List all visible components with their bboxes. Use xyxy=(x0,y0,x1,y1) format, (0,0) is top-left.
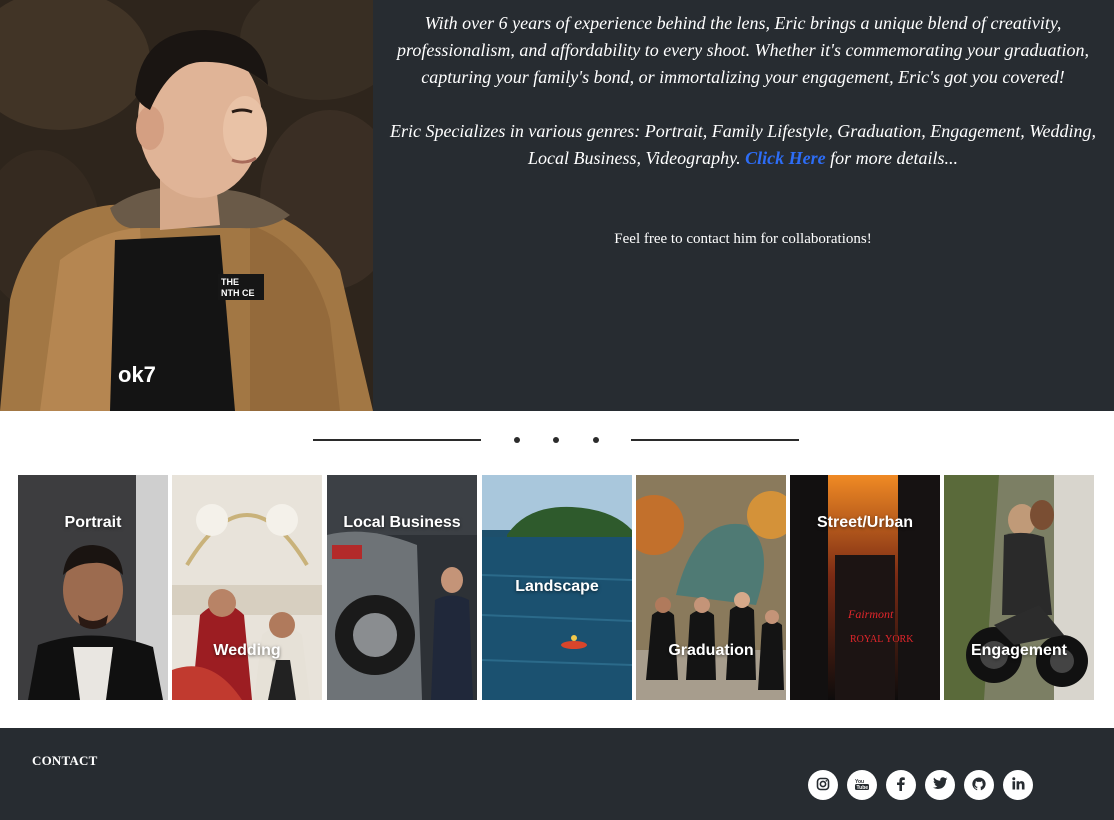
tile-label: Graduation xyxy=(668,642,754,659)
facebook-icon xyxy=(896,776,906,794)
details-text: for more details... xyxy=(825,148,958,168)
divider-line-left xyxy=(313,439,481,441)
gallery-tile-portrait[interactable]: Portrait xyxy=(18,475,168,700)
gallery-tile-local-business[interactable]: Local Business xyxy=(327,475,477,700)
twitter-link[interactable] xyxy=(925,770,955,800)
divider-dot xyxy=(514,437,520,443)
genres-text: Eric Specializes in various genres: Port… xyxy=(389,121,1097,168)
about-paragraph-experience: With over 6 years of experience behind t… xyxy=(397,13,1089,87)
collaboration-text: Feel free to contact him for collaborati… xyxy=(614,231,872,247)
about-paragraph-genres: Eric Specializes in various genres: Port… xyxy=(384,118,1102,172)
gallery-tile-graduation[interactable]: Graduation xyxy=(636,475,786,700)
gallery-tile-landscape[interactable]: Landscape xyxy=(482,475,632,700)
divider-dot xyxy=(553,437,559,443)
facebook-link[interactable] xyxy=(886,770,916,800)
section-divider xyxy=(313,430,799,450)
svg-text:NTH CE: NTH CE xyxy=(221,288,255,298)
linkedin-link[interactable] xyxy=(1003,770,1033,800)
github-icon xyxy=(972,776,986,794)
youtube-icon: You Tube xyxy=(854,777,870,794)
tile-label: Landscape xyxy=(515,578,599,595)
svg-text:ok7: ok7 xyxy=(118,362,156,387)
tile-label: Engagement xyxy=(970,642,1067,659)
youtube-link[interactable]: You Tube xyxy=(847,770,877,800)
tile-label: Portrait xyxy=(64,514,122,531)
instagram-icon xyxy=(816,777,830,794)
tile-label: Street/Urban xyxy=(816,514,914,531)
photographer-portrait-image: ok7 THE NTH CE xyxy=(0,0,373,411)
divider-line-right xyxy=(631,439,799,441)
footer: CONTACT You Tube xyxy=(0,728,1114,820)
gallery-tile-wedding[interactable]: Wedding xyxy=(172,475,322,700)
click-here-link[interactable]: Click Here xyxy=(745,148,825,168)
divider-dot xyxy=(593,437,599,443)
about-section: ok7 THE NTH CE With over 6 years of expe… xyxy=(0,0,1114,411)
genre-gallery: Portrait Wedding Local Business Landscap… xyxy=(18,475,1096,700)
gallery-tile-engagement[interactable]: Engagement xyxy=(944,475,1094,700)
gallery-tile-street-urban[interactable]: Fairmont ROYAL YORK Street/Urban xyxy=(790,475,940,700)
linkedin-icon xyxy=(1011,777,1025,793)
svg-text:Tube: Tube xyxy=(857,785,869,791)
github-link[interactable] xyxy=(964,770,994,800)
svg-text:ROYAL YORK: ROYAL YORK xyxy=(850,634,914,645)
about-text: With over 6 years of experience behind t… xyxy=(384,10,1102,199)
footer-contact-heading: CONTACT xyxy=(32,753,98,768)
tile-label: Wedding xyxy=(213,642,281,659)
svg-text:Fairmont: Fairmont xyxy=(847,607,894,621)
svg-text:THE: THE xyxy=(221,277,239,287)
instagram-link[interactable] xyxy=(808,770,838,800)
twitter-icon xyxy=(932,777,948,793)
tile-label: Local Business xyxy=(343,514,461,531)
